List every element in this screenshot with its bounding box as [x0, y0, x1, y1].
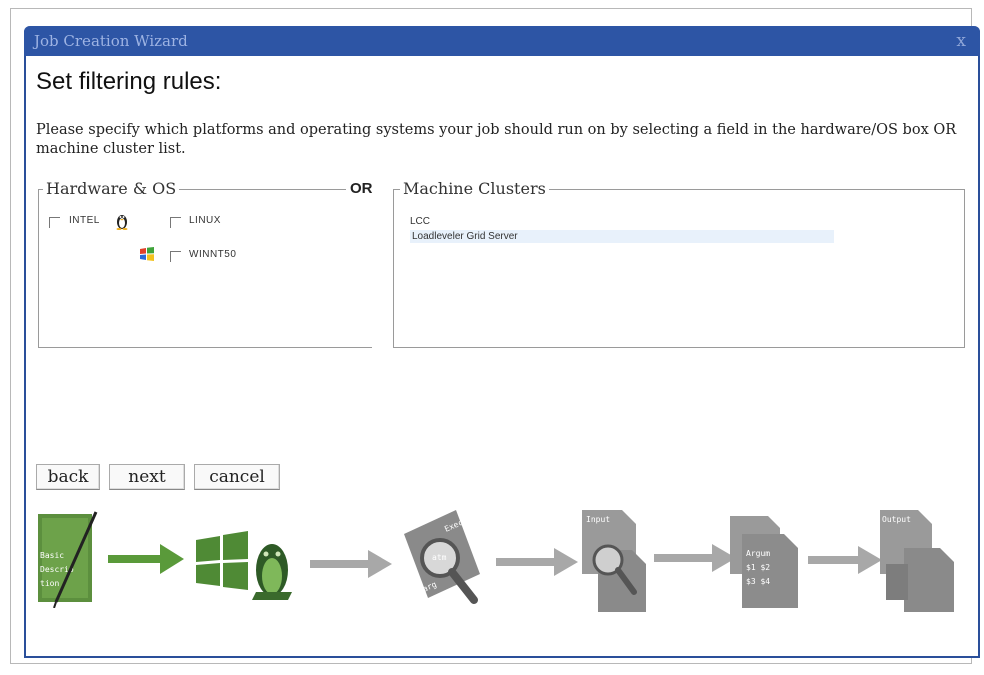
- arrow-right-gray-icon: [310, 550, 392, 578]
- step5-text-2: $1 $2: [746, 563, 770, 572]
- linux-label: LINUX: [189, 215, 221, 226]
- machine-clusters-group: Machine Clusters LCC Loadleveler Grid Se…: [393, 179, 965, 348]
- arrow-right-gray-icon: [654, 544, 736, 572]
- linux-penguin-icon: [116, 215, 128, 230]
- cluster-list-item-lcc[interactable]: LCC: [410, 216, 430, 227]
- cancel-button[interactable]: cancel: [194, 464, 280, 490]
- arrow-right-gray-icon: [808, 546, 882, 574]
- step5-text-1: Argum: [746, 549, 770, 558]
- step3-text-2: atm: [432, 553, 447, 562]
- linux-checkbox[interactable]: [170, 217, 181, 228]
- cluster-list-item-loadleveler[interactable]: Loadleveler Grid Server: [410, 230, 834, 243]
- arrow-right-icon: [108, 544, 184, 574]
- output-files-icon: Output: [880, 510, 954, 612]
- page-heading: Set filtering rules:: [36, 68, 222, 95]
- instructions-text: Please specify which platforms and opera…: [36, 122, 957, 157]
- winnt50-label: WINNT50: [189, 249, 237, 260]
- hardware-os-group: Hardware & OS INTEL LINUX WINNT50: [38, 179, 372, 348]
- arrow-right-gray-icon: [496, 548, 578, 576]
- machine-clusters-legend: Machine Clusters: [400, 179, 549, 198]
- input-files-icon: Input: [582, 510, 646, 612]
- back-button[interactable]: back: [36, 464, 100, 490]
- winnt50-checkbox[interactable]: [170, 251, 181, 262]
- step1-text-1: Basic: [40, 551, 64, 560]
- window-title: Job Creation Wizard: [34, 32, 188, 50]
- title-bar: Job Creation Wizard x: [24, 26, 980, 56]
- arguments-icon: Argum $1 $2 $3 $4: [730, 516, 798, 608]
- or-label: OR: [346, 180, 377, 197]
- hardware-os-legend: Hardware & OS: [43, 179, 180, 198]
- wizard-window: Job Creation Wizard x Set filtering rule…: [24, 26, 980, 658]
- intel-checkbox[interactable]: [49, 217, 60, 228]
- step4-text-1: Input: [586, 515, 610, 524]
- job-description-icon: Basic Descrip tion: [38, 511, 98, 608]
- search-executable-icon: Exec arg atm: [404, 510, 480, 604]
- step6-text-1: Output: [882, 515, 911, 524]
- close-icon[interactable]: x: [956, 31, 966, 51]
- workflow-steps: Basic Descrip tion Exec arg atm Input Ar…: [26, 504, 982, 634]
- step5-text-3: $3 $4: [746, 577, 770, 586]
- windows-logo-icon: [140, 247, 154, 261]
- platform-windows-linux-icon: [196, 531, 292, 600]
- intel-label: INTEL: [69, 215, 100, 226]
- step1-text-3: tion: [40, 579, 59, 588]
- next-button[interactable]: next: [109, 464, 185, 490]
